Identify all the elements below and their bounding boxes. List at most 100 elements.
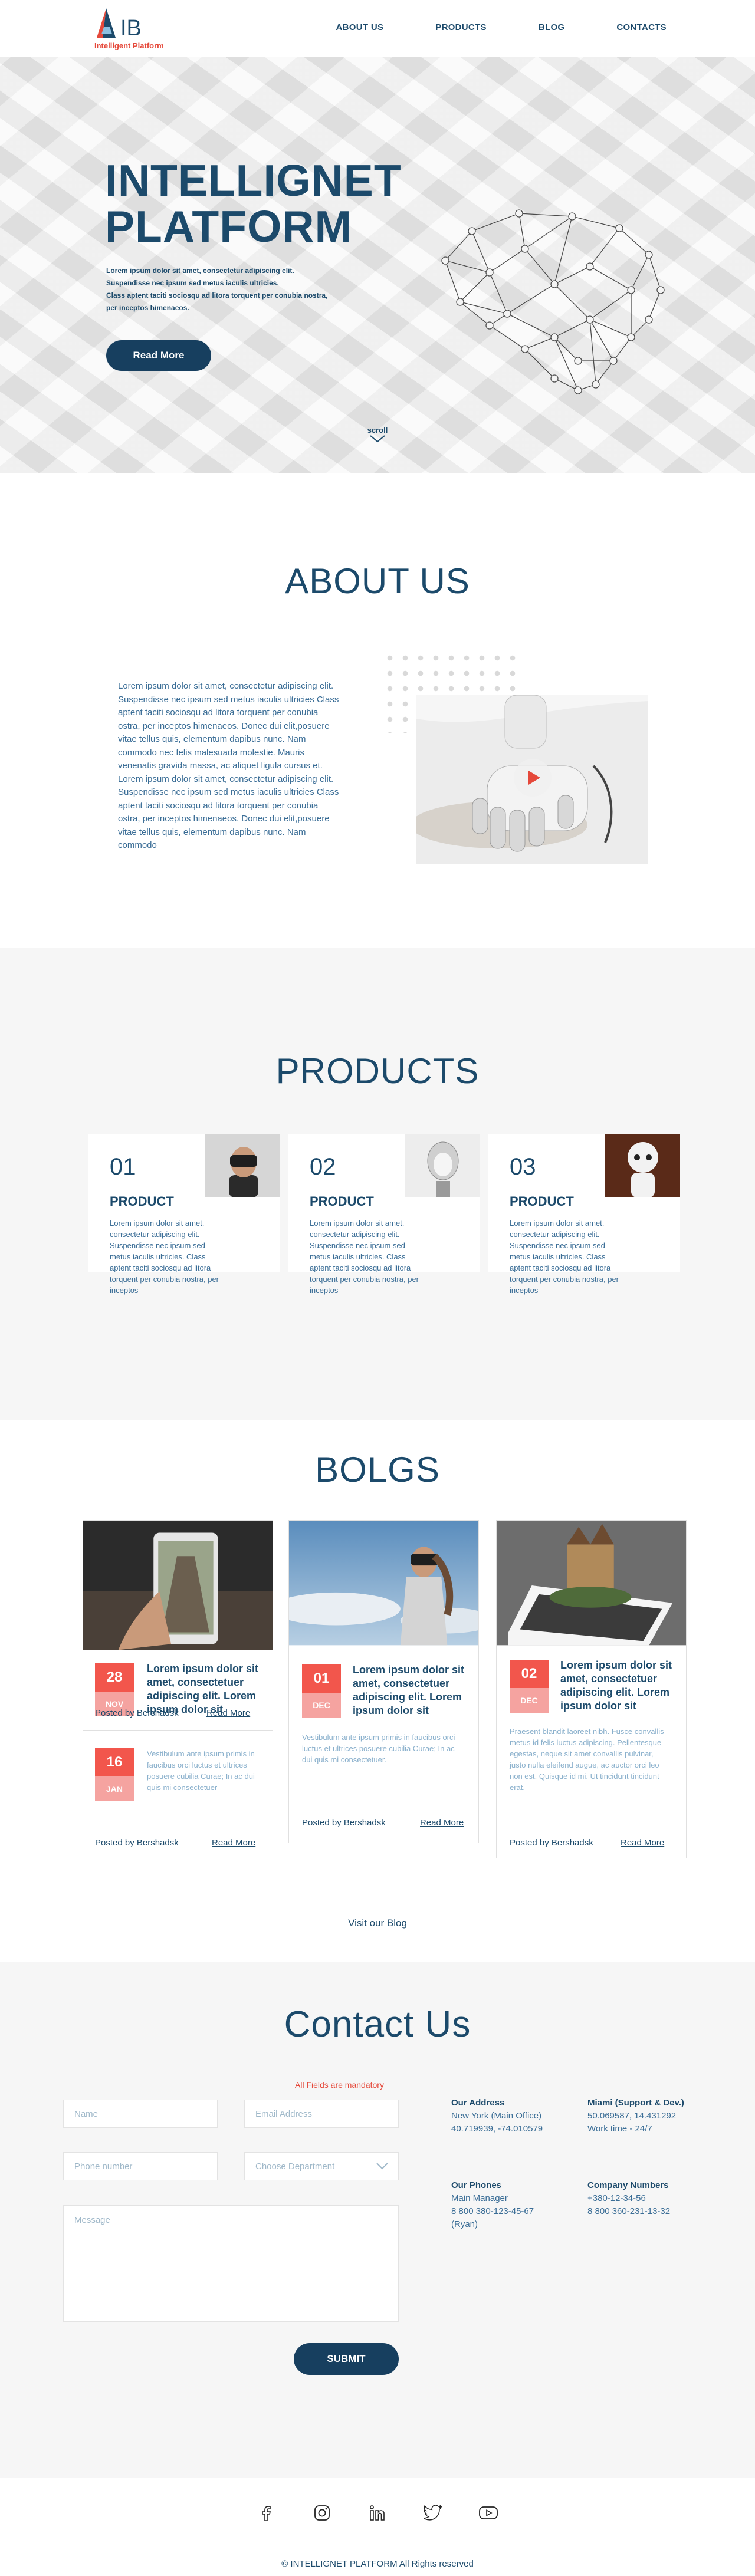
phones-line: Main Manager: [451, 2193, 508, 2203]
products-section: PRODUCTS 01 PRODUCT Lorem ipsum dolor si…: [0, 948, 755, 1420]
main-nav: ABOUT US PRODUCTS BLOG CONTACTS: [336, 22, 667, 32]
blog-date: 02 DEC: [510, 1660, 549, 1713]
product-number: 02: [310, 1154, 336, 1180]
nav-about-us[interactable]: ABOUT US: [336, 22, 384, 32]
hero-title-line2: PLATFORM: [105, 202, 353, 251]
blog-title[interactable]: Lorem ipsum dolor sit amet, consectetuer…: [560, 1659, 678, 1713]
product-description: Lorem ipsum dolor sit amet, consectetur …: [510, 1219, 619, 1295]
blog-excerpt: Vestibulum ante ipsum primis in faucibus…: [147, 1749, 255, 1792]
mandatory-note: All Fields are mandatory: [295, 2080, 384, 2090]
play-icon[interactable]: [514, 759, 552, 797]
product-name: PRODUCT: [110, 1194, 174, 1209]
blog-title[interactable]: Lorem ipsum dolor sit amet, consectetuer…: [353, 1663, 471, 1718]
submit-button[interactable]: SUBMIT: [294, 2343, 399, 2375]
logo[interactable]: IB Intelligent Platform: [94, 7, 177, 50]
blog-date-day: 01: [302, 1664, 341, 1693]
blog-card[interactable]: 28 NOV Lorem ipsum dolor sit amet, conse…: [83, 1520, 273, 1726]
instagram-icon[interactable]: [312, 2503, 332, 2523]
hero-section: INTELLIGNET PLATFORM Lorem ipsum dolor s…: [0, 57, 755, 473]
phones-heading: Our Phones: [451, 2180, 502, 2190]
product-name: PRODUCT: [310, 1194, 374, 1209]
department-select[interactable]: Choose Department: [244, 2152, 399, 2180]
email-field[interactable]: [244, 2100, 399, 2128]
phone-field[interactable]: [63, 2152, 218, 2180]
about-video[interactable]: [416, 695, 648, 864]
phones-info: Our Phones Main Manager 8 800 380-123-45…: [451, 2179, 569, 2231]
blogs-section: BOLGS 28 NOV Lorem ipsum dolor sit amet,…: [0, 1420, 755, 1962]
product-number: 01: [110, 1154, 136, 1180]
hero-desc-line: Lorem ipsum dolor sit amet, consectetur …: [106, 267, 294, 275]
address-heading: Our Address: [451, 2098, 505, 2108]
miami-info: Miami (Support & Dev.) 50.069587, 14.431…: [587, 2097, 705, 2136]
nav-blog[interactable]: BLOG: [539, 22, 565, 32]
company-numbers-line[interactable]: 8 800 360-231-13-32: [587, 2205, 705, 2218]
phone-railway-image: [83, 1521, 273, 1650]
blog-author: Posted by Bershadsk: [302, 1818, 386, 1828]
facebook-icon[interactable]: [257, 2503, 277, 2523]
blog-date-month: JAN: [95, 1776, 134, 1801]
hero-desc-line: per inceptos himenaeos.: [106, 304, 189, 312]
company-numbers-line[interactable]: +380-12-34-56: [587, 2192, 705, 2205]
blog-card[interactable]: 16 JAN Vestibulum ante ipsum primis in f…: [83, 1730, 273, 1858]
product-card[interactable]: 03 PRODUCT Lorem ipsum dolor sit amet, c…: [488, 1134, 680, 1295]
blog-date-day: 02: [510, 1660, 549, 1688]
social-links: [0, 2503, 755, 2523]
contact-title: Contact Us: [284, 2004, 471, 2045]
blog-card[interactable]: 01 DEC Lorem ipsum dolor sit amet, conse…: [288, 1520, 479, 1843]
blog-excerpt: Praesent blandit laoreet nibh. Fusce con…: [510, 1727, 664, 1792]
linkedin-icon[interactable]: [367, 2503, 388, 2523]
address-line: New York (Main Office): [451, 2111, 542, 2121]
nav-contacts[interactable]: CONTACTS: [616, 22, 667, 32]
android-robot-image: [405, 1134, 480, 1197]
phones-line[interactable]: 8 800 380-123-45-67: [451, 2205, 569, 2218]
read-more-button[interactable]: Read More: [106, 340, 211, 371]
youtube-icon[interactable]: [478, 2503, 498, 2523]
product-description: Lorem ipsum dolor sit amet, consectetur …: [310, 1219, 419, 1295]
vr-headset-person-image: [205, 1134, 280, 1197]
chevron-down-icon: [370, 435, 385, 443]
phone-castle-image: [497, 1521, 686, 1646]
about-text: Lorem ipsum dolor sit amet, consectetur …: [118, 681, 339, 850]
blog-excerpt: Vestibulum ante ipsum primis in faucibus…: [302, 1733, 455, 1764]
blog-read-more-link[interactable]: Read More: [212, 1838, 255, 1848]
product-number: 03: [510, 1154, 536, 1180]
company-numbers-heading: Company Numbers: [587, 2180, 669, 2190]
miami-line: 50.069587, 14.431292: [587, 2111, 677, 2121]
scroll-label: scroll: [367, 426, 388, 435]
logo-mark: IB: [97, 8, 142, 41]
hero-title-line1: INTELLIGNET: [105, 156, 402, 205]
twitter-icon[interactable]: [423, 2503, 443, 2523]
product-name: PRODUCT: [510, 1194, 574, 1209]
blog-read-more-link[interactable]: Read More: [206, 1708, 250, 1718]
product-card[interactable]: 02 PRODUCT Lorem ipsum dolor sit amet, c…: [288, 1134, 480, 1295]
blog-card[interactable]: 02 DEC Lorem ipsum dolor sit amet, conse…: [496, 1520, 687, 1858]
name-field[interactable]: [63, 2100, 218, 2128]
blog-author: Posted by Bershadsk: [95, 1708, 179, 1718]
blogs-title: BOLGS: [315, 1450, 440, 1489]
site-footer: © INTELLIGNET PLATFORM All Rights reserv…: [0, 2478, 755, 2576]
blog-read-more-link[interactable]: Read More: [420, 1818, 464, 1828]
pepper-robot-image: [605, 1134, 680, 1197]
contact-section: Contact Us All Fields are mandatory Choo…: [0, 1962, 755, 2478]
miami-line: Work time - 24/7: [587, 2124, 652, 2134]
address-line: 40.719939, -74.010579: [451, 2124, 543, 2134]
product-description: Lorem ipsum dolor sit amet, consectetur …: [110, 1219, 219, 1295]
phones-line: (Ryan): [451, 2219, 478, 2229]
vr-woman-sky-image: [289, 1521, 478, 1646]
message-field[interactable]: [63, 2205, 399, 2322]
blog-date-day: 28: [95, 1663, 134, 1692]
company-numbers-info: Company Numbers +380-12-34-56 8 800 360-…: [587, 2179, 705, 2218]
visit-blog-link[interactable]: Visit our Blog: [0, 1917, 755, 1929]
about-section: ABOUT US Lorem ipsum dolor sit amet, con…: [0, 473, 755, 948]
hero-desc-line: Class aptent taciti sociosqu ad litora t…: [106, 291, 328, 300]
blog-date-month: DEC: [510, 1688, 549, 1713]
blog-date: 16 JAN: [95, 1748, 134, 1801]
product-card[interactable]: 01 PRODUCT Lorem ipsum dolor sit amet, c…: [88, 1134, 280, 1295]
logo-subtitle: Intelligent Platform: [94, 41, 164, 50]
nav-products[interactable]: PRODUCTS: [435, 22, 487, 32]
scroll-indicator[interactable]: scroll: [366, 426, 389, 445]
hero-description: Lorem ipsum dolor sit amet, consectetur …: [106, 265, 342, 314]
blog-read-more-link[interactable]: Read More: [621, 1838, 664, 1848]
address-info: Our Address New York (Main Office) 40.71…: [451, 2097, 569, 2136]
blog-author: Posted by Bershadsk: [95, 1838, 179, 1848]
